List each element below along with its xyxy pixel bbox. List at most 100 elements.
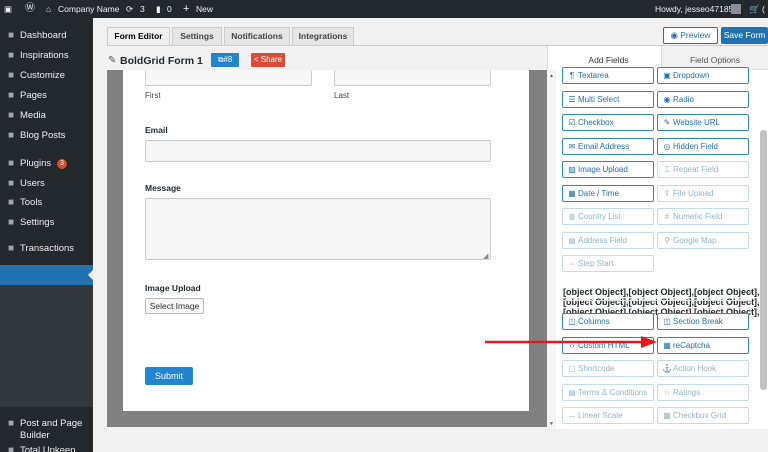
share-button[interactable]: < Share: [251, 53, 285, 67]
field-columns-button[interactable]: ◫ Columns: [562, 313, 654, 330]
message-textarea[interactable]: [145, 198, 491, 260]
tab-form-editor[interactable]: Form Editor: [107, 27, 170, 46]
scroll-up-icon[interactable]: ▲: [549, 73, 554, 79]
field-label: Section Break: [673, 317, 723, 326]
scroll-down-icon[interactable]: ▼: [549, 421, 554, 427]
field-dropdown-button[interactable]: ▣ Dropdown: [657, 67, 749, 84]
sidebar-item-transactions[interactable]: ■ Transactions: [0, 239, 93, 259]
scrollbar-track[interactable]: [547, 70, 556, 429]
field-label: Ratings: [673, 387, 701, 397]
field-label: Repeat Field: [673, 165, 719, 174]
panel-scrollbar-thumb[interactable]: [760, 130, 767, 390]
field-hidden-field-button[interactable]: ◎ Hidden Field: [657, 137, 749, 155]
select-image-button[interactable]: Select Image: [145, 298, 204, 314]
field-textarea-icon: ¶: [569, 71, 575, 80]
field-section-break-icon: ◫: [663, 317, 671, 326]
avatar[interactable]: [731, 4, 741, 14]
field-terms-conditions-button[interactable]: ▤ Terms & Conditions: [562, 383, 654, 401]
last-name-input[interactable]: [334, 70, 491, 86]
field-numeric-field-button[interactable]: # Numeric Field: [657, 208, 749, 225]
field-google-map-button[interactable]: ⚲ Google Map: [657, 231, 749, 249]
sidebar-item-users[interactable]: ■ Users: [0, 174, 93, 194]
home-icon[interactable]: ⌂: [46, 0, 51, 18]
field-section-break-button[interactable]: ◫ Section Break: [657, 313, 749, 330]
field-hidden-field-icon: ◎: [663, 141, 671, 151]
sidebar-item-label: Media: [20, 110, 46, 121]
sidebar-item-inspirations[interactable]: ■ Inspirations: [0, 46, 93, 66]
sidebar-item-pages[interactable]: ■ Pages: [0, 86, 93, 106]
email-input[interactable]: [145, 140, 491, 162]
field-checkbox-grid-button[interactable]: ▦ Checkbox Grid: [657, 407, 749, 424]
sidebar-item-blog-posts[interactable]: ■ Blog Posts: [0, 126, 93, 146]
field-step-start-icon: ⇔: [568, 259, 576, 268]
users-icon: ■: [7, 178, 15, 189]
eye-icon: ◉: [670, 30, 681, 40]
plus-icon[interactable]: +: [183, 0, 189, 18]
field-website-url-button[interactable]: ✎ Website URL: [657, 114, 749, 131]
field-email-address-button[interactable]: ✉ Email Address: [562, 137, 654, 155]
howdy-link[interactable]: Howdy, jesseo47185: [655, 0, 733, 18]
wordpress-logo-icon[interactable]: Ⓦ: [25, 0, 35, 18]
field-action-hook-button[interactable]: ⚓Action Hook: [657, 360, 749, 377]
field-email-address-icon: ✉: [568, 141, 576, 151]
field-address-field-button[interactable]: ▤ Address Field: [562, 231, 654, 249]
comments-count[interactable]: 0: [167, 0, 172, 18]
save-form-button[interactable]: Save Form: [721, 27, 768, 44]
comments-icon[interactable]: ▮: [156, 0, 161, 18]
sidebar-item-settings[interactable]: ■ Settings: [0, 213, 93, 233]
tab-integrations[interactable]: Integrations: [292, 27, 354, 46]
form-title[interactable]: BoldGrid Form 1: [120, 55, 203, 67]
tab-notifications[interactable]: Notifications: [224, 27, 290, 46]
field-label: Numeric Field: [673, 212, 723, 221]
transactions-icon: ■: [7, 243, 15, 254]
field-label: Address Field: [578, 235, 627, 245]
field-columns-icon: ◫: [568, 317, 576, 326]
preview-button[interactable]: ◉ Preview: [663, 27, 718, 44]
sidebar-item-total-upkeep[interactable]: ■ Total Upkeep: [0, 441, 93, 452]
sidebar-item-label: Plugins: [20, 158, 52, 169]
field-step-start-button[interactable]: ⇔ Step Start: [562, 255, 654, 272]
pages-icon: ■: [7, 90, 15, 101]
field-ratings-button[interactable]: ☆ Ratings: [657, 383, 749, 401]
field-linear-scale-button[interactable]: ↔ Linear Scale: [562, 407, 654, 424]
updates-count[interactable]: 3: [140, 0, 145, 18]
field-date-time-button[interactable]: ▦ Date / Time: [562, 184, 654, 202]
field-checkbox-icon: ☑: [568, 118, 576, 127]
field-radio-button[interactable]: ◉ Radio: [657, 90, 749, 108]
new-link[interactable]: New: [196, 0, 213, 18]
sidebar-item-dashboard[interactable]: ■ Dashboard: [0, 26, 93, 46]
field-file-upload-button[interactable]: ⇪ File Upload: [657, 184, 749, 202]
resize-handle-icon[interactable]: ◢: [483, 252, 488, 260]
first-name-input[interactable]: [145, 70, 312, 86]
form-id-badge[interactable]: ⧉#8: [211, 53, 239, 67]
field-shortcode-button[interactable]: ▢ Shortcode: [562, 360, 654, 377]
chevron-down-icon[interactable]: ⌄: [746, 286, 754, 297]
sidebar-item-customize[interactable]: ■ Customize: [0, 66, 93, 86]
site-name-link[interactable]: Company Name: [58, 0, 119, 18]
field-label: Linear Scale: [578, 411, 623, 420]
updates-icon[interactable]: ⟳: [126, 0, 133, 18]
field-label: Textarea: [578, 71, 609, 80]
tab-settings[interactable]: Settings: [172, 27, 222, 46]
field-country-list-button[interactable]: ◍ Country List: [562, 208, 654, 225]
field-recaptcha-button[interactable]: ▦ reCaptcha: [657, 336, 749, 354]
field-dropdown-icon: ▣: [663, 71, 671, 80]
field-label: Website URL: [673, 118, 720, 127]
field-repeat-field-button[interactable]: ⌶ Repeat Field: [657, 161, 749, 178]
sidebar-item-tools[interactable]: ■ Tools: [0, 193, 93, 213]
sidebar-item-label: Inspirations: [20, 50, 69, 61]
sidebar-item-media[interactable]: ■ Media: [0, 106, 93, 126]
field-textarea-button[interactable]: ¶ Textarea: [562, 67, 654, 84]
field-checkbox-button[interactable]: ☑ Checkbox: [562, 114, 654, 131]
cart-count[interactable]: (: [762, 0, 765, 18]
sidebar-item-label: Settings: [20, 217, 55, 228]
field-terms-conditions-icon: ▤: [568, 387, 576, 397]
sidebar-item-post-and-page-builder[interactable]: ■ Post and Page Builder: [0, 414, 93, 441]
screen-options-icon[interactable]: ▣: [4, 0, 12, 18]
field-image-upload-button[interactable]: ▨ Image Upload: [562, 161, 654, 178]
message-label: Message: [145, 183, 181, 193]
field-multi-select-button[interactable]: ☰ Multi Select: [562, 90, 654, 108]
submit-button[interactable]: Submit: [145, 367, 193, 385]
sidebar-item-plugins[interactable]: ■ Plugins 3: [0, 154, 93, 174]
cart-icon[interactable]: 🛒: [749, 0, 760, 18]
